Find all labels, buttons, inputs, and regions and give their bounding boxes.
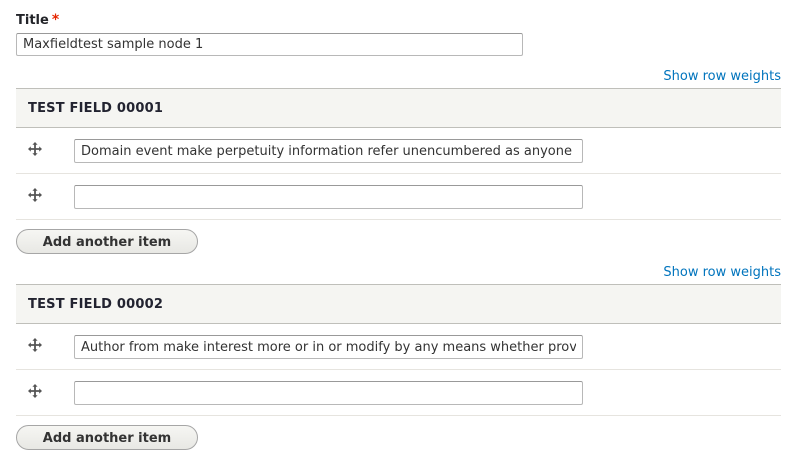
field-1-item-1-input[interactable]: [74, 139, 583, 163]
title-label: Title *: [16, 12, 59, 28]
show-row-weights-link-1[interactable]: Show row weights: [663, 69, 781, 84]
drag-handle-icon[interactable]: [28, 142, 42, 156]
test-field-00001-table: TEST FIELD 00001: [16, 88, 781, 220]
drag-handle-icon[interactable]: [28, 384, 42, 398]
title-label-text: Title: [16, 13, 49, 28]
table-row: [16, 324, 781, 370]
field-heading-1: TEST FIELD 00001: [16, 88, 781, 128]
test-field-00002-table: TEST FIELD 00002: [16, 284, 781, 416]
field-2-item-1-input[interactable]: [74, 335, 583, 359]
required-marker: *: [51, 12, 60, 28]
add-another-item-button-2[interactable]: Add another item: [16, 425, 198, 450]
field-1-item-2-input[interactable]: [74, 185, 583, 209]
drag-handle-icon[interactable]: [28, 338, 42, 352]
drag-handle-icon[interactable]: [28, 188, 42, 202]
title-input[interactable]: [16, 33, 523, 56]
add-another-item-button-1[interactable]: Add another item: [16, 229, 198, 254]
table-row: [16, 370, 781, 416]
field-heading-2: TEST FIELD 00002: [16, 284, 781, 324]
field-2-item-2-input[interactable]: [74, 381, 583, 405]
show-row-weights-link-2[interactable]: Show row weights: [663, 265, 781, 280]
table-row: [16, 174, 781, 220]
table-row: [16, 128, 781, 174]
